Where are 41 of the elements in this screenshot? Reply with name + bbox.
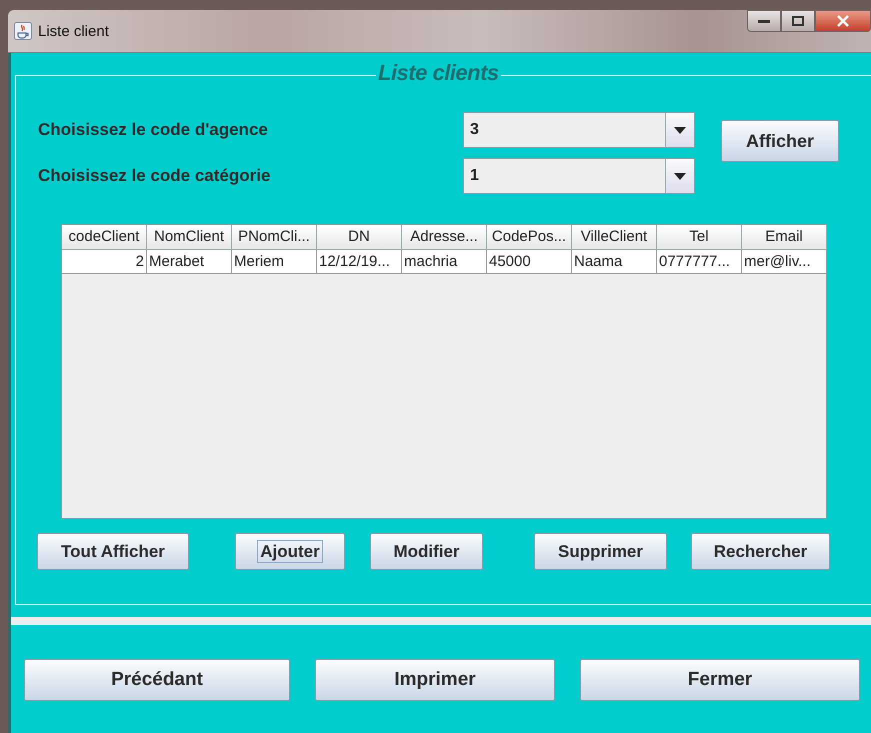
java-cup-icon — [14, 22, 32, 40]
minimize-button[interactable] — [747, 10, 781, 32]
footer-button[interactable]: Imprimer — [315, 659, 555, 701]
action-button[interactable]: Supprimer — [534, 533, 667, 570]
action-button[interactable]: Modifier — [370, 533, 483, 570]
close-button[interactable] — [815, 10, 871, 32]
table-cell: machria — [402, 250, 487, 274]
dropdown-arrow-icon — [674, 126, 686, 134]
table-cell: Merabet — [147, 250, 232, 274]
table-cell: 45000 — [487, 250, 572, 274]
column-header[interactable]: Adresse... — [402, 225, 487, 250]
footer-button[interactable]: Précédant — [24, 659, 290, 701]
table-cell: 0777777... — [657, 250, 742, 274]
combo-box[interactable]: 3 — [463, 112, 695, 148]
table-cell: 2 — [62, 250, 147, 274]
show-button[interactable]: Afficher — [721, 120, 839, 162]
dropdown-arrow-icon — [674, 172, 686, 180]
filter-label: Choisissez le code d'agence — [38, 120, 269, 140]
minimize-icon — [758, 18, 770, 24]
combo-box[interactable]: 1 — [463, 158, 695, 194]
column-header[interactable]: CodePos... — [487, 225, 572, 250]
column-header[interactable]: PNomCli... — [232, 225, 317, 250]
column-header[interactable]: codeClient — [62, 225, 147, 250]
column-header[interactable]: DN — [317, 225, 402, 250]
maximize-button[interactable] — [781, 10, 815, 32]
action-button[interactable]: Ajouter — [235, 533, 345, 570]
action-button[interactable]: Tout Afficher — [37, 533, 189, 570]
footer-button[interactable]: Fermer — [580, 659, 860, 701]
window-title: Liste client — [38, 22, 109, 40]
column-header[interactable]: Tel — [657, 225, 742, 250]
table-cell: Meriem — [232, 250, 317, 274]
table-cell: Naama — [572, 250, 657, 274]
maximize-icon — [792, 16, 804, 26]
close-icon — [836, 15, 850, 27]
column-header[interactable]: VilleClient — [572, 225, 657, 250]
action-button[interactable]: Rechercher — [691, 533, 830, 570]
table-cell: 12/12/19... — [317, 250, 402, 274]
filter-label: Choisissez le code catégorie — [38, 166, 272, 186]
table-cell: mer@liv... — [742, 250, 827, 274]
column-header[interactable]: NomClient — [147, 225, 232, 250]
column-header[interactable]: Email — [742, 225, 827, 250]
